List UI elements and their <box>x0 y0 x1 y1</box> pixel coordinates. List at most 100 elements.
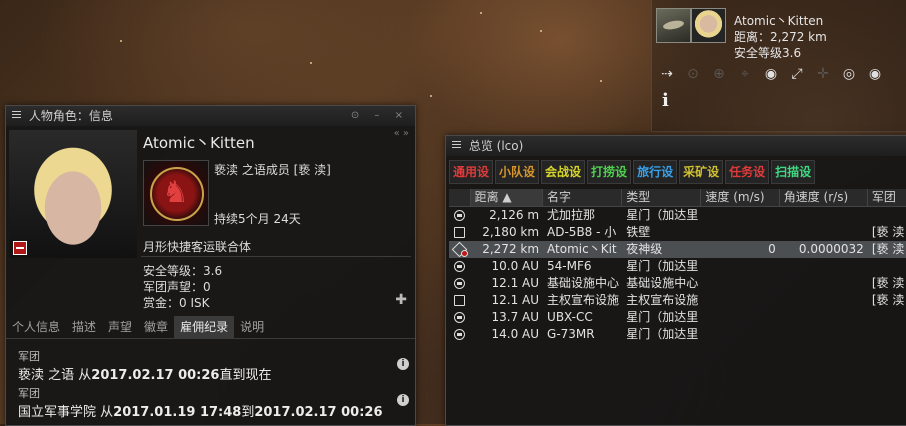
row-name: 尤加拉那 <box>547 208 596 222</box>
overview-row[interactable]: 13.7 AU UBX-CC 星门（加达里 <box>449 309 906 326</box>
row-velocity <box>701 275 779 292</box>
hostile-badge-icon <box>461 250 468 257</box>
history-label: 军团 <box>18 350 40 363</box>
tab-description[interactable]: 描述 <box>66 316 102 338</box>
approach-icon[interactable]: ⇢ <box>658 66 676 82</box>
row-type-icon <box>449 309 471 326</box>
window-menu-icon[interactable] <box>452 139 461 150</box>
overview-header: 距离 ▲ 名字 类型 速度 (m/s) 角速度 (r/s) 军团 <box>449 189 906 207</box>
row-type: 夜神级 <box>626 242 663 256</box>
tab-personal-info[interactable]: 个人信息 <box>6 316 66 338</box>
window-titlebar[interactable]: 人物角色：信息 ⊙ – × <box>6 106 415 126</box>
preset-tab[interactable]: 采矿设 <box>679 160 724 184</box>
background-star <box>600 80 602 82</box>
row-type-icon <box>449 275 471 292</box>
history-nav-icon[interactable]: « » <box>394 128 409 139</box>
background-star <box>430 95 432 97</box>
corporation-membership[interactable]: 亵渎 之语成员 [亵 渎] <box>214 161 331 178</box>
stargate-icon <box>454 329 465 340</box>
row-type: 主权宣布设施 <box>626 293 699 307</box>
history-to: 直到现在 <box>219 368 272 383</box>
row-type-icon <box>449 292 471 309</box>
row-corporation <box>868 309 906 326</box>
show-info-icon[interactable]: i <box>662 90 669 111</box>
window-controls[interactable]: ⊙ – × <box>351 106 409 126</box>
window-menu-icon[interactable] <box>12 109 21 120</box>
window-title: 总览 (lco) <box>468 139 524 153</box>
history-text: 国立军事学院 从2017.01.19 17:48到2017.02.17 00:2… <box>18 401 409 420</box>
target-pilot-portrait[interactable] <box>691 8 726 43</box>
overview-row[interactable]: 12.1 AU 主权宣布设施 主权宣布设施 [亵 渎 <box>449 292 906 309</box>
jump-icon[interactable]: ✛ <box>814 66 832 82</box>
column-type[interactable]: 类型 <box>622 189 702 206</box>
overview-row[interactable]: 2,126 m 尤加拉那 星门（加达里 <box>449 207 906 224</box>
row-type: 星门（加达里 <box>626 327 699 341</box>
overview-window: 总览 (lco) 通用设 小队设 会战设 打捞设 旅行设 采矿设 任务设 扫描设… <box>445 135 906 426</box>
column-angular-velocity[interactable]: 角速度 (r/s) <box>780 189 868 206</box>
show-eye-icon[interactable]: ◉ <box>866 66 884 82</box>
target-name: Atomic丶Kitten <box>734 14 824 28</box>
lock-icon[interactable]: ⌖ <box>736 66 754 82</box>
station-icon <box>454 227 465 238</box>
history-from: 从 <box>78 368 92 383</box>
row-velocity <box>701 258 779 275</box>
structure-icon <box>454 278 465 289</box>
watch-icon[interactable]: ◎ <box>840 66 858 82</box>
warp-icon[interactable]: ◉ <box>762 66 780 82</box>
row-corporation: [亵 渎 <box>871 225 905 239</box>
row-corporation: [亵 渎 <box>871 242 905 256</box>
preset-tab[interactable]: 任务设 <box>725 160 770 184</box>
look-at-icon[interactable]: ⤢ <box>788 66 806 82</box>
column-distance[interactable]: 距离 ▲ <box>470 189 544 206</box>
row-velocity: 0 <box>768 242 776 256</box>
faction-standing: 军团声望：0 <box>143 280 211 294</box>
corporation-logo[interactable] <box>143 160 209 226</box>
row-distance: 10.0 AU <box>491 259 540 273</box>
preset-tab[interactable]: 会战设 <box>541 160 586 184</box>
row-name: G-73MR <box>547 327 595 341</box>
row-velocity <box>701 207 779 224</box>
target-action-bar: ⇢ ⊙ ⊕ ⌖ ◉ ⤢ ✛ ◎ ◉ <box>658 66 884 82</box>
alliance-name[interactable]: 月形快捷客运联合体 <box>143 238 251 255</box>
row-corporation <box>868 326 906 343</box>
preset-tab[interactable]: 扫描设 <box>771 160 816 184</box>
window-titlebar[interactable]: 总览 (lco) <box>446 136 906 156</box>
divider <box>141 256 411 257</box>
row-name: UBX-CC <box>547 310 593 324</box>
row-velocity <box>701 309 779 326</box>
overview-row[interactable]: 10.0 AU 54-MF6 星门（加达里 <box>449 258 906 275</box>
column-icon[interactable] <box>449 189 471 206</box>
history-corp[interactable]: 亵渎 之语 <box>18 368 74 383</box>
history-end: 2017.02.17 00:26 <box>254 405 383 420</box>
preset-tab[interactable]: 通用设 <box>449 160 494 184</box>
keep-at-range-icon[interactable]: ⊕ <box>710 66 728 82</box>
target-ship-thumbnail[interactable] <box>656 8 691 43</box>
overview-row[interactable]: 12.1 AU 基础设施中心 基础设施中心 [亵 渎 <box>449 275 906 292</box>
row-name: 基础设施中心 <box>547 276 620 290</box>
tab-employment-history[interactable]: 雇佣纪录 <box>174 316 235 338</box>
preset-tab[interactable]: 旅行设 <box>633 160 678 184</box>
tab-notes[interactable]: 说明 <box>234 316 270 338</box>
preset-tab[interactable]: 打捞设 <box>587 160 632 184</box>
selected-item-panel: Atomic丶Kitten 距离：2,272 km 安全等级3.6 ⇢ ⊙ ⊕ … <box>651 0 906 132</box>
preset-tab[interactable]: 小队设 <box>495 160 540 184</box>
overview-row[interactable]: 2,180 km AD-5B8 - 小铁壁 [亵 渎 <box>449 224 906 241</box>
info-tabs: 个人信息 描述 声望 徽章 雇佣纪录 说明 <box>6 316 415 339</box>
tab-standings[interactable]: 声望 <box>102 316 138 338</box>
row-distance: 2,180 km <box>482 225 540 239</box>
row-angular-velocity <box>780 224 868 241</box>
row-angular-velocity <box>780 309 868 326</box>
column-velocity[interactable]: 速度 (m/s) <box>701 189 780 206</box>
row-type: 星门（加达里 <box>626 310 699 324</box>
add-contact-icon[interactable]: ✚ <box>395 292 407 308</box>
overview-row[interactable]: 14.0 AU G-73MR 星门（加达里 <box>449 326 906 343</box>
column-name[interactable]: 名字 <box>543 189 623 206</box>
column-corporation[interactable]: 军团 <box>868 189 906 206</box>
info-icon[interactable]: i <box>397 394 409 406</box>
orbit-icon[interactable]: ⊙ <box>684 66 702 82</box>
history-corp[interactable]: 国立军事学院 <box>18 405 96 420</box>
info-icon[interactable]: i <box>397 358 409 370</box>
stargate-icon <box>454 312 465 323</box>
tab-decorations[interactable]: 徽章 <box>138 316 174 338</box>
overview-row[interactable]: 2,272 km Atomic丶Kit 夜神级 0 0.0000032 [亵 渎 <box>449 241 906 258</box>
